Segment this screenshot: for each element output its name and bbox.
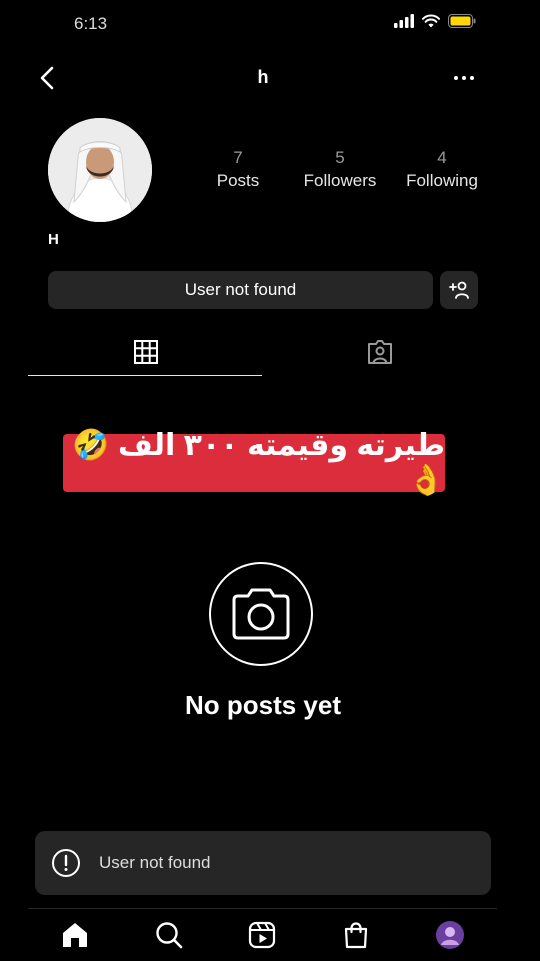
following-stat[interactable]: 4 Following xyxy=(394,148,490,191)
battery-icon xyxy=(448,14,476,28)
add-user-icon xyxy=(449,281,469,299)
profile-name: H xyxy=(48,231,59,248)
profile-stats: 7 Posts 5 Followers 4 Following xyxy=(190,148,490,191)
followers-label: Followers xyxy=(303,171,377,190)
following-label: Following xyxy=(406,171,478,190)
reels-icon xyxy=(249,921,276,949)
toast-message: User not found xyxy=(99,853,211,872)
more-options-icon[interactable] xyxy=(452,66,476,90)
page-title: h xyxy=(257,67,269,87)
nav-shop[interactable] xyxy=(309,920,403,950)
alert-icon xyxy=(52,849,80,877)
posts-label: Posts xyxy=(216,171,260,190)
tagged-tab-icon[interactable] xyxy=(366,338,394,366)
followers-stat[interactable]: 5 Followers xyxy=(292,148,388,191)
nav-home[interactable] xyxy=(28,920,122,950)
avatar-image xyxy=(48,118,152,222)
empty-state-text: No posts yet xyxy=(184,690,342,720)
error-toast: User not found xyxy=(35,831,491,895)
add-user-button[interactable] xyxy=(440,271,478,309)
posts-count: 7 xyxy=(233,148,243,167)
grid-tab-icon[interactable] xyxy=(132,338,160,366)
wifi-icon xyxy=(422,14,440,28)
nav-profile[interactable] xyxy=(403,920,497,950)
active-tab-indicator xyxy=(28,375,262,376)
following-count: 4 xyxy=(437,148,447,167)
signal-icon xyxy=(394,14,414,28)
camera-icon xyxy=(232,588,290,640)
home-icon xyxy=(62,923,87,947)
shop-bag-icon xyxy=(345,922,368,949)
profile-avatar-icon xyxy=(436,921,465,949)
avatar[interactable] xyxy=(48,118,152,222)
followers-count: 5 xyxy=(335,148,345,167)
status-icons xyxy=(394,14,476,28)
camera-circle xyxy=(209,562,313,666)
overlay-caption: طيرته وقيمته ٣٠٠ الف 🤣👌 xyxy=(63,429,445,497)
nav-search[interactable] xyxy=(122,920,216,950)
user-not-found-button[interactable]: User not found xyxy=(48,271,433,309)
posts-stat[interactable]: 7 Posts xyxy=(190,148,286,191)
nav-reels[interactable] xyxy=(216,920,310,950)
status-time: 6:13 xyxy=(74,14,108,33)
bottom-nav xyxy=(28,908,497,961)
search-icon xyxy=(155,922,182,949)
